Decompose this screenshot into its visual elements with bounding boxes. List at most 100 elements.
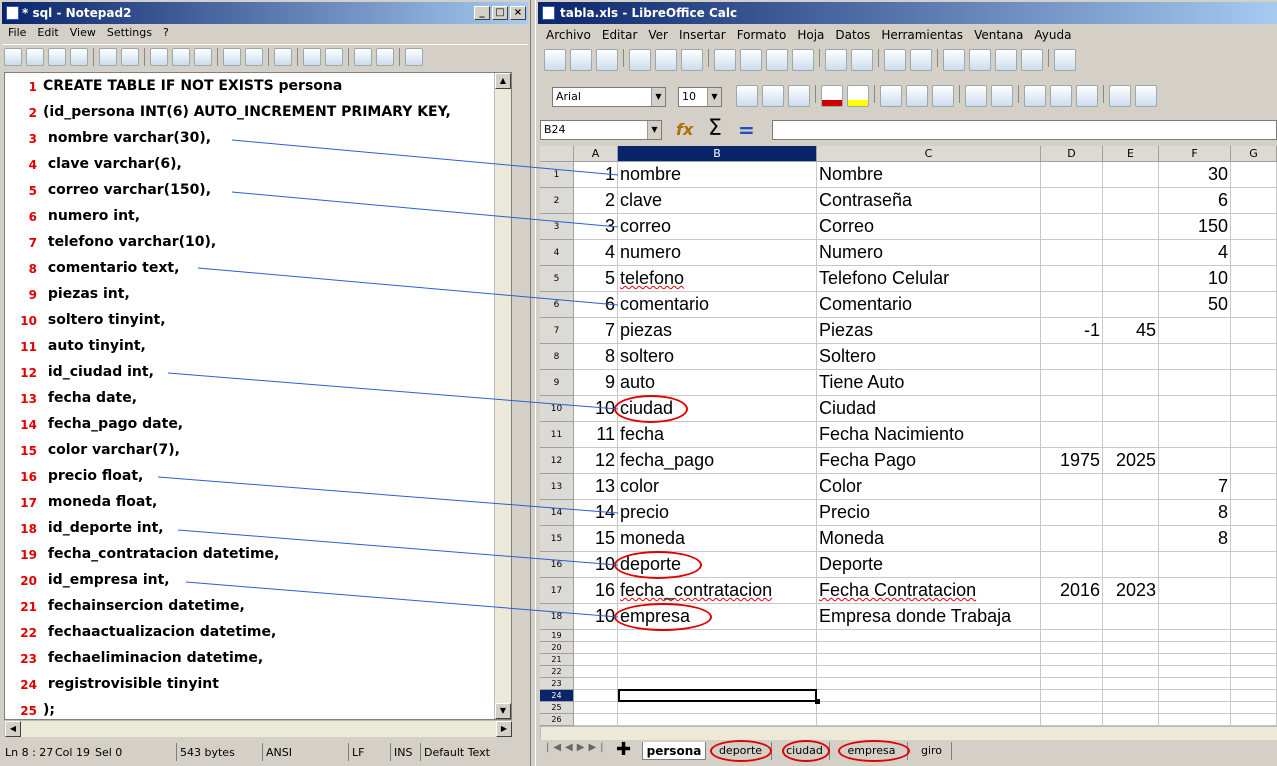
row-header[interactable]: 18 xyxy=(540,604,574,630)
cell-a1[interactable]: 1 xyxy=(576,161,615,187)
cell-a16[interactable]: 10 xyxy=(576,551,615,577)
code-line[interactable]: fecha date, xyxy=(43,390,137,406)
wrap-text-icon[interactable] xyxy=(965,85,987,107)
tab-persona[interactable]: persona xyxy=(642,742,706,760)
redo-icon[interactable] xyxy=(121,48,139,66)
row-header[interactable]: 9 xyxy=(540,370,574,396)
maximize-button[interactable]: □ xyxy=(492,6,508,20)
paste-icon[interactable] xyxy=(766,49,788,71)
cell-d7[interactable]: -1 xyxy=(1043,317,1100,343)
cell-e8[interactable] xyxy=(1105,343,1156,369)
code-line[interactable]: (id_persona INT(6) AUTO_INCREMENT PRIMAR… xyxy=(43,104,451,120)
code-line[interactable]: correo varchar(150), xyxy=(43,182,211,198)
print-preview-icon[interactable] xyxy=(681,49,703,71)
cell-f5[interactable]: 10 xyxy=(1161,265,1228,291)
spreadsheet-grid[interactable]: ABCDEFG 1 2 3 4 5 6 7 8 9 10 11 12 13 14 15 16 17 18 19 20 2… xyxy=(540,146,1277,726)
row-header[interactable]: 21 xyxy=(540,654,574,666)
cell-f13[interactable]: 7 xyxy=(1161,473,1228,499)
code-line[interactable]: soltero tinyint, xyxy=(43,312,166,328)
row-header[interactable]: 20 xyxy=(540,642,574,654)
menu-ayuda[interactable]: Ayuda xyxy=(1030,28,1075,42)
underline-icon[interactable] xyxy=(788,85,810,107)
select-all-corner[interactable] xyxy=(540,146,574,162)
row-header[interactable]: 25 xyxy=(540,702,574,714)
cell-a14[interactable]: 14 xyxy=(576,499,615,525)
cell-c1[interactable]: Nombre xyxy=(819,161,883,187)
cell-e16[interactable] xyxy=(1105,551,1156,577)
cell-d15[interactable] xyxy=(1043,525,1100,551)
column-icon[interactable] xyxy=(969,49,991,71)
cell-a9[interactable]: 9 xyxy=(576,369,615,395)
code-line[interactable]: numero int, xyxy=(43,208,140,224)
cell-b17[interactable]: fecha_contratacion xyxy=(620,577,772,603)
cell-d13[interactable] xyxy=(1043,473,1100,499)
status-eol[interactable]: LF xyxy=(348,743,364,761)
column-header-a[interactable]: A xyxy=(574,146,618,162)
cell-e18[interactable] xyxy=(1105,603,1156,629)
column-header-c[interactable]: C xyxy=(817,146,1041,162)
cell-c13[interactable]: Color xyxy=(819,473,862,499)
close-button[interactable]: × xyxy=(510,6,526,20)
cell-f15[interactable]: 8 xyxy=(1161,525,1228,551)
cell-e7[interactable]: 45 xyxy=(1105,317,1156,343)
cell-d3[interactable] xyxy=(1043,213,1100,239)
row-header[interactable]: 8 xyxy=(540,344,574,370)
cell-c15[interactable]: Moneda xyxy=(819,525,884,551)
cell-a10[interactable]: 10 xyxy=(576,395,615,421)
new-document-icon[interactable] xyxy=(544,49,566,71)
cell-f6[interactable]: 50 xyxy=(1161,291,1228,317)
align-top-icon[interactable] xyxy=(1024,85,1046,107)
cell-a2[interactable]: 2 xyxy=(576,187,615,213)
row-header[interactable]: 5 xyxy=(540,266,574,292)
cell-a5[interactable]: 5 xyxy=(576,265,615,291)
menu-formato[interactable]: Formato xyxy=(733,28,791,42)
code-editor[interactable]: 1 CREATE TABLE IF NOT EXISTS persona 2 (id_… xyxy=(4,72,512,720)
cell-d8[interactable] xyxy=(1043,343,1100,369)
editor-vertical-scrollbar[interactable]: ▲ ▼ xyxy=(494,73,511,719)
cell-a17[interactable]: 16 xyxy=(576,577,615,603)
cell-e17[interactable]: 2023 xyxy=(1105,577,1156,603)
zoom-out-icon[interactable] xyxy=(325,48,343,66)
add-sheet-icon[interactable]: ✚ xyxy=(616,739,631,760)
redo-icon[interactable] xyxy=(851,49,873,71)
cell-c16[interactable]: Deporte xyxy=(819,551,883,577)
cell-f8[interactable] xyxy=(1161,343,1228,369)
cell-f9[interactable] xyxy=(1161,369,1228,395)
cell-f3[interactable]: 150 xyxy=(1161,213,1228,239)
cell-c4[interactable]: Numero xyxy=(819,239,883,265)
row-header[interactable]: 17 xyxy=(540,578,574,604)
cell-e9[interactable] xyxy=(1105,369,1156,395)
cell-f14[interactable]: 8 xyxy=(1161,499,1228,525)
selected-cell-b24[interactable] xyxy=(618,689,817,702)
cell-c9[interactable]: Tiene Auto xyxy=(819,369,904,395)
code-line[interactable]: clave varchar(6), xyxy=(43,156,182,172)
cell-a11[interactable]: 11 xyxy=(576,421,615,447)
cell-b14[interactable]: precio xyxy=(620,499,669,525)
row-header[interactable]: 11 xyxy=(540,422,574,448)
editor-horizontal-scrollbar[interactable]: ◀ ▶ xyxy=(4,720,512,737)
code-line[interactable]: color varchar(7), xyxy=(43,442,180,458)
code-line[interactable]: CREATE TABLE IF NOT EXISTS persona xyxy=(43,78,342,94)
menu-archivo[interactable]: Archivo xyxy=(542,28,595,42)
italic-icon[interactable] xyxy=(762,85,784,107)
cell-d12[interactable]: 1975 xyxy=(1043,447,1100,473)
menu-insertar[interactable]: Insertar xyxy=(675,28,730,42)
row-header[interactable]: 23 xyxy=(540,678,574,690)
menu-datos[interactable]: Datos xyxy=(831,28,874,42)
scroll-up-arrow[interactable]: ▲ xyxy=(495,73,511,89)
align-bottom-icon[interactable] xyxy=(1076,85,1098,107)
column-header-g[interactable]: G xyxy=(1231,146,1277,162)
name-box[interactable]: B24 ▼ xyxy=(540,120,662,140)
menu-view[interactable]: View xyxy=(66,26,100,39)
cell-b4[interactable]: numero xyxy=(620,239,681,265)
tab-giro[interactable]: giro xyxy=(912,742,952,760)
notepad-titlebar[interactable]: * sql - Notepad2 _ □ × xyxy=(2,2,528,24)
cell-f17[interactable] xyxy=(1161,577,1228,603)
align-center-icon[interactable] xyxy=(906,85,928,107)
row-icon[interactable] xyxy=(943,49,965,71)
percent-icon[interactable] xyxy=(1135,85,1157,107)
row-header[interactable]: 10 xyxy=(540,396,574,422)
currency-icon[interactable] xyxy=(1109,85,1131,107)
fill-handle[interactable] xyxy=(815,699,820,704)
cell-e1[interactable] xyxy=(1105,161,1156,187)
